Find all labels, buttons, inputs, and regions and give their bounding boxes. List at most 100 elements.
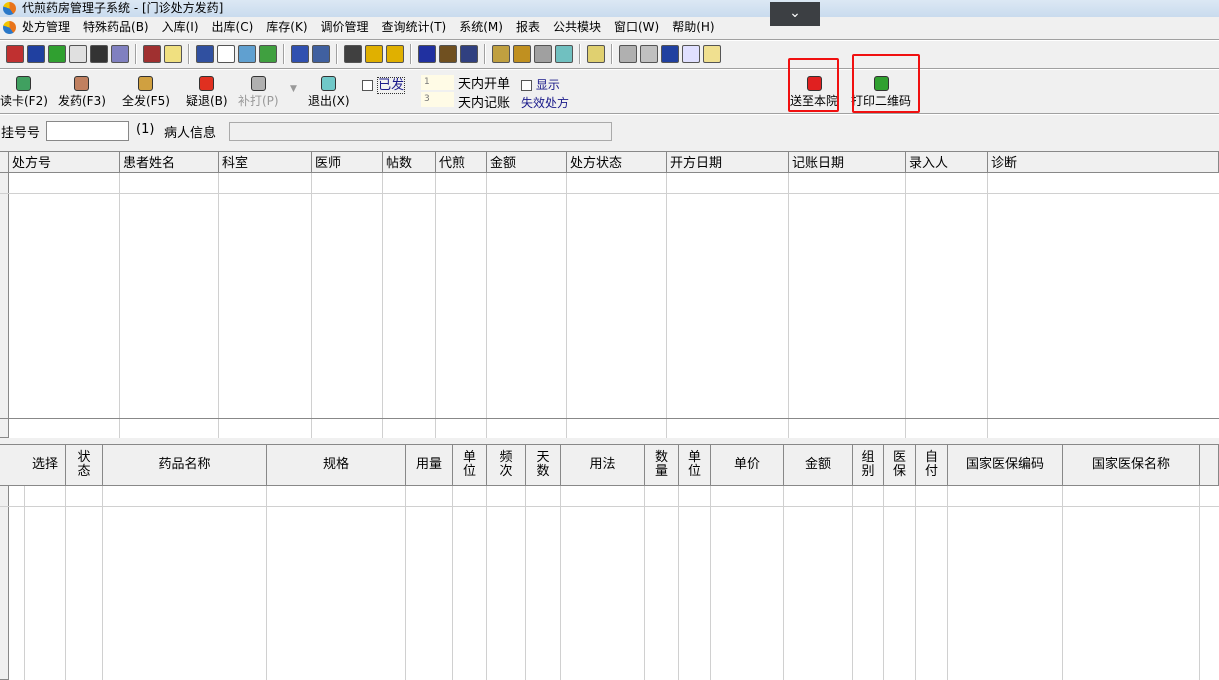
- dispense-all-button[interactable]: 全发(F5): [122, 76, 170, 109]
- menu-item[interactable]: 公共模块: [553, 20, 601, 34]
- find-icon[interactable]: [439, 45, 457, 63]
- column-header[interactable]: 规格: [267, 445, 406, 486]
- column-header[interactable]: 金额: [784, 445, 853, 486]
- grid-line: [382, 173, 383, 438]
- reprint-dropdown-icon[interactable]: ▼: [290, 84, 297, 94]
- column-header[interactable]: 单位: [453, 445, 487, 486]
- column-header[interactable]: 处方号: [9, 152, 120, 173]
- column-header[interactable]: 用量: [406, 445, 453, 486]
- patient-info-field[interactable]: [229, 122, 612, 141]
- column-header[interactable]: 代煎: [436, 152, 487, 173]
- disabled-icon[interactable]: [619, 45, 637, 63]
- column-header[interactable]: 处方状态: [567, 152, 667, 173]
- magnifier-icon[interactable]: [534, 45, 552, 63]
- column-header[interactable]: [0, 152, 9, 173]
- button-label: 全发(F5): [122, 94, 170, 108]
- new-item-icon[interactable]: [164, 45, 182, 63]
- card-reader-icon: [16, 76, 32, 91]
- column-header[interactable]: 金额: [487, 152, 567, 173]
- windows-icon[interactable]: [661, 45, 679, 63]
- bottle-icon[interactable]: [27, 45, 45, 63]
- column-header[interactable]: 用法: [561, 445, 645, 486]
- column-header[interactable]: 数量: [645, 445, 679, 486]
- show-filter[interactable]: 显示: [521, 76, 560, 93]
- column-header[interactable]: 单价: [711, 445, 784, 486]
- report-icon[interactable]: [143, 45, 161, 63]
- menu-item[interactable]: 查询统计(T): [382, 20, 447, 34]
- column-header[interactable]: 国家医保名称: [1063, 445, 1200, 486]
- open-folder-icon[interactable]: [587, 45, 605, 63]
- column-header[interactable]: 组别: [853, 445, 884, 486]
- column-header[interactable]: 开方日期: [667, 152, 789, 173]
- days-bill-input[interactable]: 3: [421, 92, 454, 107]
- show-checkbox[interactable]: [521, 80, 532, 91]
- column-header[interactable]: 国家医保编码: [948, 445, 1063, 486]
- column-header[interactable]: 天数: [526, 445, 561, 486]
- grid-line: [987, 173, 988, 438]
- menu-item[interactable]: 入库(I): [162, 20, 199, 34]
- menu-item[interactable]: 特殊药品(B): [83, 20, 149, 34]
- mdi-logo-icon: [3, 21, 16, 34]
- menu-item[interactable]: 调价管理: [321, 20, 369, 34]
- find-table-icon[interactable]: [460, 45, 478, 63]
- pm-icon[interactable]: [386, 45, 404, 63]
- binoculars-icon[interactable]: [90, 45, 108, 63]
- menu-item[interactable]: 库存(K): [266, 20, 307, 34]
- close-box-icon[interactable]: [555, 45, 573, 63]
- registration-input[interactable]: [46, 121, 129, 141]
- menu-item[interactable]: 帮助(H): [672, 20, 714, 34]
- menu-item[interactable]: 报表: [516, 20, 540, 34]
- toolbar-separator: [611, 44, 613, 64]
- menu-item[interactable]: 出库(C): [212, 20, 254, 34]
- menu-item[interactable]: 窗口(W): [614, 20, 659, 34]
- column-header[interactable]: 记账日期: [789, 152, 906, 173]
- column-header[interactable]: 帖数: [383, 152, 436, 173]
- menu-item[interactable]: 处方管理: [22, 20, 70, 34]
- checkmark-icon[interactable]: [217, 45, 235, 63]
- review-icon[interactable]: [682, 45, 700, 63]
- check-icon[interactable]: [48, 45, 66, 63]
- table-icon[interactable]: [312, 45, 330, 63]
- column-header[interactable]: 医师: [312, 152, 383, 173]
- exit-button[interactable]: 退出(X): [308, 76, 350, 109]
- column-header[interactable]: 患者姓名: [120, 152, 219, 173]
- read-card-button[interactable]: 读卡(F2): [0, 76, 48, 109]
- grid-icon[interactable]: [344, 45, 362, 63]
- patient-card-icon[interactable]: [6, 45, 24, 63]
- paste-icon[interactable]: [703, 45, 721, 63]
- column-header[interactable]: 状态: [66, 445, 103, 486]
- column-header[interactable]: [9, 445, 26, 486]
- grid-line: [218, 173, 219, 438]
- column-header[interactable]: 单位: [679, 445, 711, 486]
- column-header[interactable]: 录入人: [906, 152, 988, 173]
- column-header[interactable]: [1200, 445, 1219, 486]
- column-header[interactable]: 医保: [884, 445, 916, 486]
- document-icon[interactable]: [69, 45, 87, 63]
- trash-icon[interactable]: [418, 45, 436, 63]
- edit-document-icon[interactable]: [196, 45, 214, 63]
- verify-icon[interactable]: [259, 45, 277, 63]
- dispensed-filter[interactable]: 已发: [362, 74, 406, 94]
- days-open-input[interactable]: 1: [421, 75, 454, 90]
- calculator-icon[interactable]: [111, 45, 129, 63]
- column-header[interactable]: 自付: [916, 445, 948, 486]
- column-header[interactable]: 诊断: [988, 152, 1219, 173]
- drug-table[interactable]: 选择 状态 药品名称 规格 用量 单位 频次 天数 用法 数量 单位 单价 金额 组别 医保 自付 国家医保编码…: [0, 444, 1219, 680]
- column-header[interactable]: 选择: [25, 445, 66, 486]
- folder-icon[interactable]: [492, 45, 510, 63]
- bell-icon[interactable]: [365, 45, 383, 63]
- dispense-button[interactable]: 发药(F3): [58, 76, 106, 109]
- scrollbar-horizontal[interactable]: [0, 418, 1219, 419]
- prescription-table[interactable]: 处方号 患者姓名 科室 医师 帖数 代煎 金额 处方状态 开方日期 记账日期 录入人 诊断: [0, 151, 1219, 438]
- column-header[interactable]: 频次: [487, 445, 526, 486]
- menu-item[interactable]: 系统(M): [459, 20, 503, 34]
- clipboard-icon[interactable]: [238, 45, 256, 63]
- zoom-icon[interactable]: [640, 45, 658, 63]
- no-entry-icon: [199, 76, 215, 91]
- suspect-return-button[interactable]: 疑退(B): [186, 76, 228, 109]
- column-header[interactable]: 药品名称: [103, 445, 267, 486]
- calendar-edit-icon[interactable]: [291, 45, 309, 63]
- dispensed-checkbox[interactable]: [362, 80, 373, 91]
- thermometer-icon[interactable]: [513, 45, 531, 63]
- column-header[interactable]: 科室: [219, 152, 312, 173]
